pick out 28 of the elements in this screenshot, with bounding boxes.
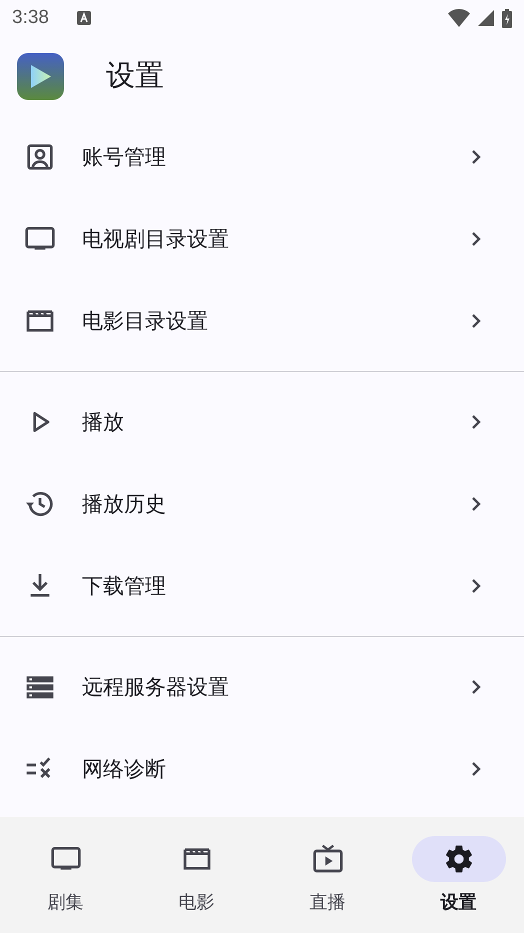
nav-tab[interactable]: 剧集 xyxy=(0,817,131,933)
chevron-icon xyxy=(470,312,482,330)
nav-tab[interactable]: 设置 xyxy=(393,817,524,933)
wifi-icon xyxy=(448,9,470,27)
chevron-icon xyxy=(470,148,482,166)
tv-play-icon xyxy=(312,843,344,875)
signal-icon xyxy=(478,10,494,26)
chevron-icon xyxy=(470,495,482,513)
chevron-icon xyxy=(470,678,482,696)
settings-item[interactable]: 网络诊断 xyxy=(0,728,524,810)
settings-item[interactable]: 播放 xyxy=(0,381,524,463)
chevron-icon xyxy=(470,760,482,778)
chevron-icon xyxy=(470,413,482,431)
settings-item[interactable]: 下载管理 xyxy=(0,545,524,627)
settings-item[interactable]: 远程服务器设置 xyxy=(0,646,524,728)
settings-item[interactable]: 电影目录设置 xyxy=(0,280,524,362)
settings-item[interactable]: 电视剧目录设置 xyxy=(0,198,524,280)
settings-item[interactable]: 播放历史 xyxy=(0,463,524,545)
chevron-icon xyxy=(470,577,482,595)
nav-tab[interactable]: 直播 xyxy=(262,817,393,933)
settings-item[interactable]: 账号管理 xyxy=(0,116,524,198)
app-logo xyxy=(17,52,64,100)
battery-icon xyxy=(502,8,512,28)
chevron-icon xyxy=(470,230,482,248)
keyboard-notification-icon xyxy=(76,11,91,25)
nav-tab[interactable]: 电影 xyxy=(131,817,262,933)
status-time: 3:38 xyxy=(12,7,49,29)
page-title: 设置 xyxy=(106,57,164,94)
